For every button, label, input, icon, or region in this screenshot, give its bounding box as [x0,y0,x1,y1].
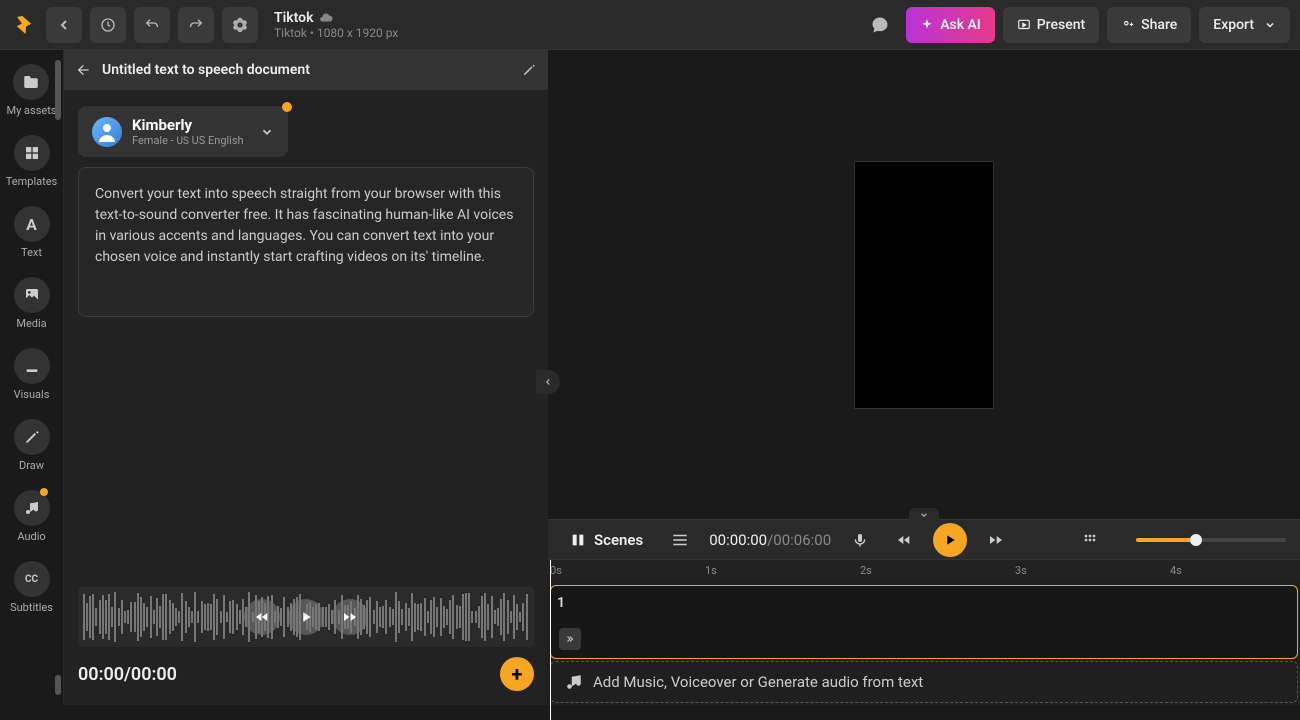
waveform-display [78,587,534,647]
mic-button[interactable] [845,525,875,555]
grid-icon [14,135,50,171]
ruler-tick: 2s [860,564,872,577]
voice-new-indicator [282,102,292,112]
sidebar-item-label: Templates [6,175,57,188]
tts-panel: Untitled text to speech document Kimberl… [64,50,548,705]
back-button[interactable] [46,7,82,43]
ruler-tick: 1s [705,564,717,577]
scene-track-1[interactable]: 1 [550,585,1298,659]
export-label: Export [1213,17,1254,33]
scenes-dropdown[interactable]: Scenes [562,527,651,553]
wave-forward-button[interactable] [332,599,368,635]
sidebar-item-templates[interactable]: Templates [6,135,57,188]
grid-view-button[interactable] [1075,525,1105,555]
share-button[interactable]: Share [1107,7,1191,43]
next-frame-button[interactable] [981,525,1011,555]
scene-transition-button[interactable] [559,628,581,650]
preview-and-timeline: Scenes 00:00:00/00:06:00 [548,50,1300,705]
sidebar-item-subtitles[interactable]: CC Subtitles [10,561,53,614]
project-dimensions: Tiktok • 1080 x 1920 px [274,26,398,40]
collapse-panel-button[interactable] [536,370,560,394]
export-button[interactable]: Export [1199,7,1290,43]
timeline-ruler[interactable]: 0s 1s 2s 3s 4s [548,559,1300,581]
sidebar-item-label: Draw [19,459,44,472]
add-tts-button[interactable]: + [500,657,534,691]
folder-icon [13,64,49,100]
sidebar-item-label: My assets [7,104,57,117]
sidebar-item-label: Audio [17,530,45,543]
voice-selector[interactable]: Kimberly Female - US US English [78,106,288,157]
history-button[interactable] [90,7,126,43]
timeline-time: 00:00:00/00:06:00 [709,531,831,549]
sidebar-scrollbar[interactable] [55,60,61,120]
sidebar-item-my-assets[interactable]: My assets [7,64,57,117]
sidebar-item-label: Visuals [14,388,50,401]
sidebar-item-visuals[interactable]: Visuals [14,348,50,401]
wave-rewind-button[interactable] [244,599,280,635]
ruler-tick: 4s [1170,564,1182,577]
chat-button[interactable] [862,7,898,43]
audio-track-label: Add Music, Voiceover or Generate audio f… [593,673,923,691]
image-icon [14,277,50,313]
wave-play-button[interactable] [288,599,324,635]
wave-time-display: 00:00/00:00 [78,664,177,685]
sidebar-item-media[interactable]: Media [14,277,50,330]
share-label: Share [1141,17,1177,33]
project-name[interactable]: Tiktok [274,10,313,26]
ask-ai-label: Ask AI [940,17,981,33]
undo-button[interactable] [134,7,170,43]
voice-description: Female - US US English [132,134,244,147]
timeline-collapse-handle[interactable] [909,508,939,522]
tool-sidebar: My assets Templates A Text Media Visuals… [0,50,64,705]
redo-button[interactable] [178,7,214,43]
download-icon [14,348,50,384]
cc-icon: CC [14,561,50,597]
doc-title: Untitled text to speech document [102,62,512,78]
sidebar-item-label: Media [16,317,46,330]
ruler-tick: 3s [1015,564,1027,577]
cloud-sync-icon [319,11,333,25]
sidebar-item-label: Subtitles [10,601,53,614]
sidebar-item-label: Text [21,246,42,259]
tts-text-input[interactable]: Convert your text into speech straight f… [78,167,534,317]
audio-track-empty[interactable]: Add Music, Voiceover or Generate audio f… [550,661,1298,703]
sidebar-item-text[interactable]: A Text [14,206,50,259]
present-label: Present [1037,17,1085,33]
audio-track-icon [565,673,583,691]
pencil-icon [14,419,50,455]
chevron-down-icon [260,125,274,139]
prev-frame-button[interactable] [889,525,919,555]
present-button[interactable]: Present [1003,7,1099,43]
ask-ai-button[interactable]: Ask AI [906,7,995,43]
app-logo[interactable] [8,8,40,40]
voice-name: Kimberly [132,116,244,134]
settings-button[interactable] [222,7,258,43]
sidebar-scrollbar-bottom[interactable] [55,675,61,695]
text-icon: A [14,206,50,242]
scene-number: 1 [557,595,565,611]
playhead[interactable] [550,560,551,720]
doc-back-button[interactable] [76,62,92,78]
timeline-menu-button[interactable] [665,525,695,555]
sidebar-item-audio[interactable]: Audio [14,490,50,543]
zoom-slider[interactable] [1136,538,1286,542]
sidebar-item-draw[interactable]: Draw [14,419,50,472]
video-preview[interactable] [854,161,994,409]
edit-title-button[interactable] [522,63,536,77]
voice-avatar [92,117,122,147]
timeline-play-button[interactable] [933,523,967,557]
music-icon [14,490,50,526]
ruler-tick: 0s [550,564,562,577]
